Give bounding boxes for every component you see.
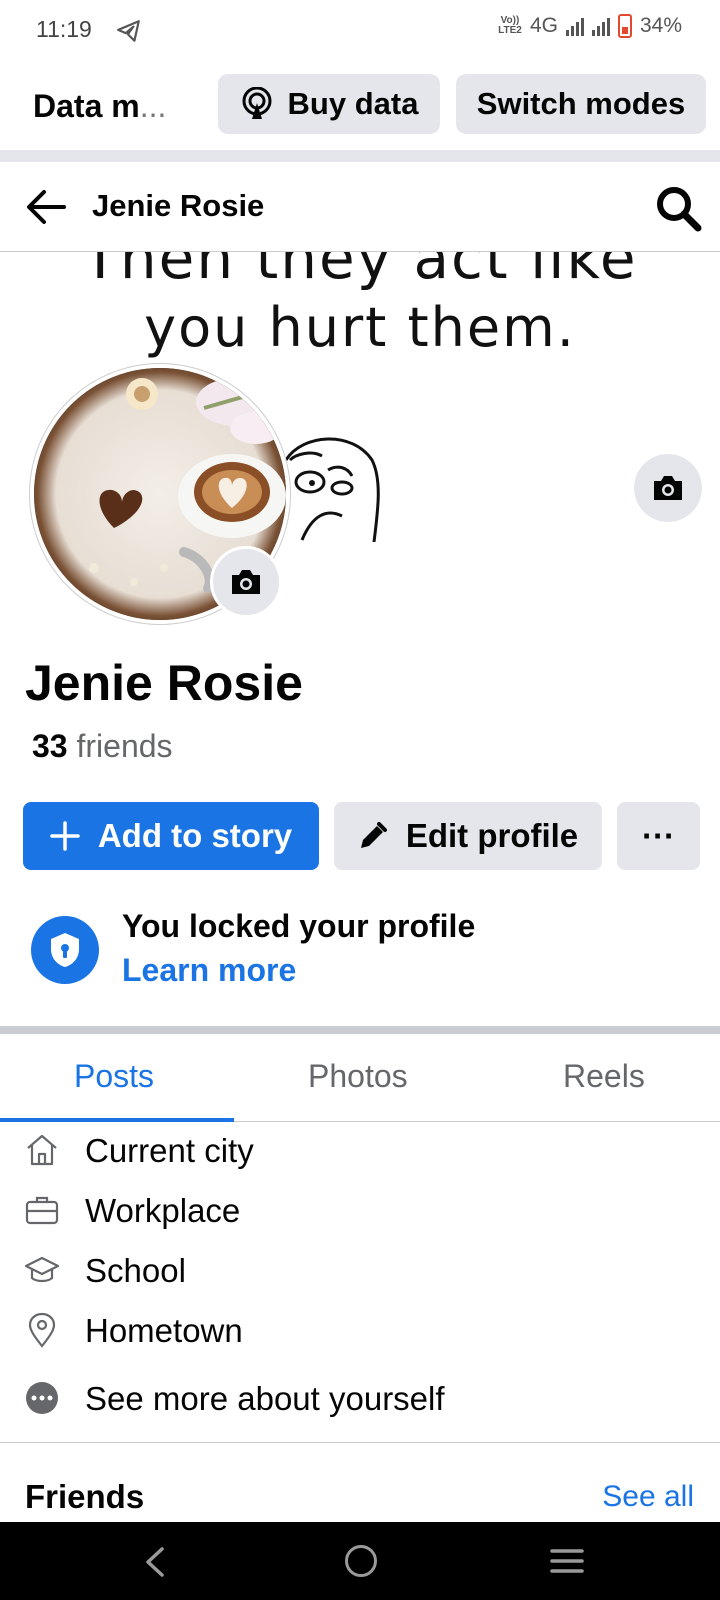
- tab-photos[interactable]: Photos: [308, 1058, 408, 1095]
- cover-text-line2: you hurt them.: [144, 296, 576, 359]
- shield-lock-icon: [31, 916, 99, 984]
- status-indicators: Vo)) LTE2 4G 34%: [498, 14, 682, 38]
- about-label: Hometown: [85, 1312, 243, 1349]
- avatar-camera-button[interactable]: [210, 546, 282, 618]
- locked-profile-title: You locked your profile: [122, 908, 476, 944]
- friends-count-label: friends: [76, 728, 173, 764]
- data-mode-title-text: Data m: [33, 88, 140, 124]
- tab-reels[interactable]: Reels: [563, 1058, 645, 1095]
- battery-icon: [617, 14, 632, 38]
- active-tab-indicator: [0, 1118, 234, 1122]
- data-mode-bar: Data m... Buy data Switch modes: [0, 62, 720, 150]
- cover-camera-button[interactable]: [634, 454, 702, 522]
- add-to-story-button[interactable]: Add to story: [23, 802, 319, 870]
- more-dots-icon: [26, 1382, 58, 1414]
- volte-icon: Vo)) LTE2: [498, 15, 522, 36]
- system-navigation-bar: [0, 1522, 720, 1600]
- more-dots-icon: ···: [642, 817, 675, 854]
- profile-tabs: Posts Photos Reels: [0, 1034, 720, 1122]
- switch-modes-label: Switch modes: [476, 86, 686, 121]
- friends-count[interactable]: 33 friends: [32, 728, 173, 765]
- nav-back-icon[interactable]: [140, 1546, 170, 1578]
- broadcast-icon: [242, 87, 272, 119]
- about-label: Current city: [85, 1132, 254, 1169]
- nav-home-icon[interactable]: [345, 1545, 377, 1577]
- signal-2-icon: [591, 16, 610, 36]
- about-divider: [0, 1442, 720, 1443]
- pencil-icon: [360, 822, 387, 848]
- switch-modes-button[interactable]: Switch modes: [456, 74, 706, 134]
- search-icon[interactable]: [654, 184, 702, 232]
- about-label: School: [85, 1252, 186, 1289]
- meme-face-drawing: [284, 437, 380, 542]
- friends-heading: Friends: [25, 1478, 145, 1515]
- about-label: Workplace: [85, 1192, 241, 1229]
- edit-profile-button[interactable]: Edit profile: [334, 802, 602, 870]
- home-icon: [27, 1134, 57, 1166]
- status-time: 11:19: [36, 16, 92, 42]
- back-arrow-icon[interactable]: [24, 187, 66, 227]
- signal-icon: [565, 16, 584, 36]
- briefcase-icon: [25, 1196, 59, 1225]
- about-workplace[interactable]: Workplace: [0, 1184, 720, 1240]
- about-label: See more about yourself: [85, 1380, 445, 1417]
- friends-count-number: 33: [32, 728, 68, 764]
- buy-data-label: Buy data: [287, 86, 419, 121]
- more-options-button[interactable]: ···: [617, 802, 700, 870]
- edit-profile-label: Edit profile: [405, 817, 579, 854]
- learn-more-link[interactable]: Learn more: [122, 952, 296, 989]
- header-title: Jenie Rosie: [92, 188, 265, 223]
- location-pin-icon: [28, 1312, 56, 1348]
- profile-name: Jenie Rosie: [25, 655, 303, 711]
- about-current-city[interactable]: Current city: [0, 1124, 720, 1180]
- camera-icon: [654, 476, 682, 500]
- battery-percent: 34%: [639, 14, 682, 37]
- nav-recents-icon[interactable]: [550, 1548, 584, 1574]
- data-mode-title[interactable]: Data m...: [33, 88, 166, 125]
- about-hometown[interactable]: Hometown: [0, 1304, 720, 1360]
- data-mode-title-ellipsis: ...: [139, 88, 167, 124]
- add-to-story-label: Add to story: [97, 817, 293, 854]
- status-bar: 11:19 Vo)) LTE2 4G 34%: [0, 0, 720, 62]
- graduation-cap-icon: [24, 1256, 60, 1283]
- profile-header: Jenie Rosie: [0, 162, 720, 252]
- network-type: 4G: [529, 14, 558, 37]
- data-bar-separator: [0, 150, 720, 162]
- plus-icon: [50, 821, 80, 851]
- see-all-friends-link[interactable]: See all: [602, 1480, 694, 1514]
- about-school[interactable]: School: [0, 1244, 720, 1300]
- buy-data-button[interactable]: Buy data: [218, 74, 440, 134]
- camera-icon: [232, 570, 260, 594]
- about-see-more[interactable]: See more about yourself: [0, 1372, 720, 1428]
- tab-posts[interactable]: Posts: [74, 1058, 154, 1095]
- section-divider: [0, 1026, 720, 1034]
- cover-text-line1: Then they act like: [82, 252, 638, 292]
- telegram-icon: [117, 20, 140, 42]
